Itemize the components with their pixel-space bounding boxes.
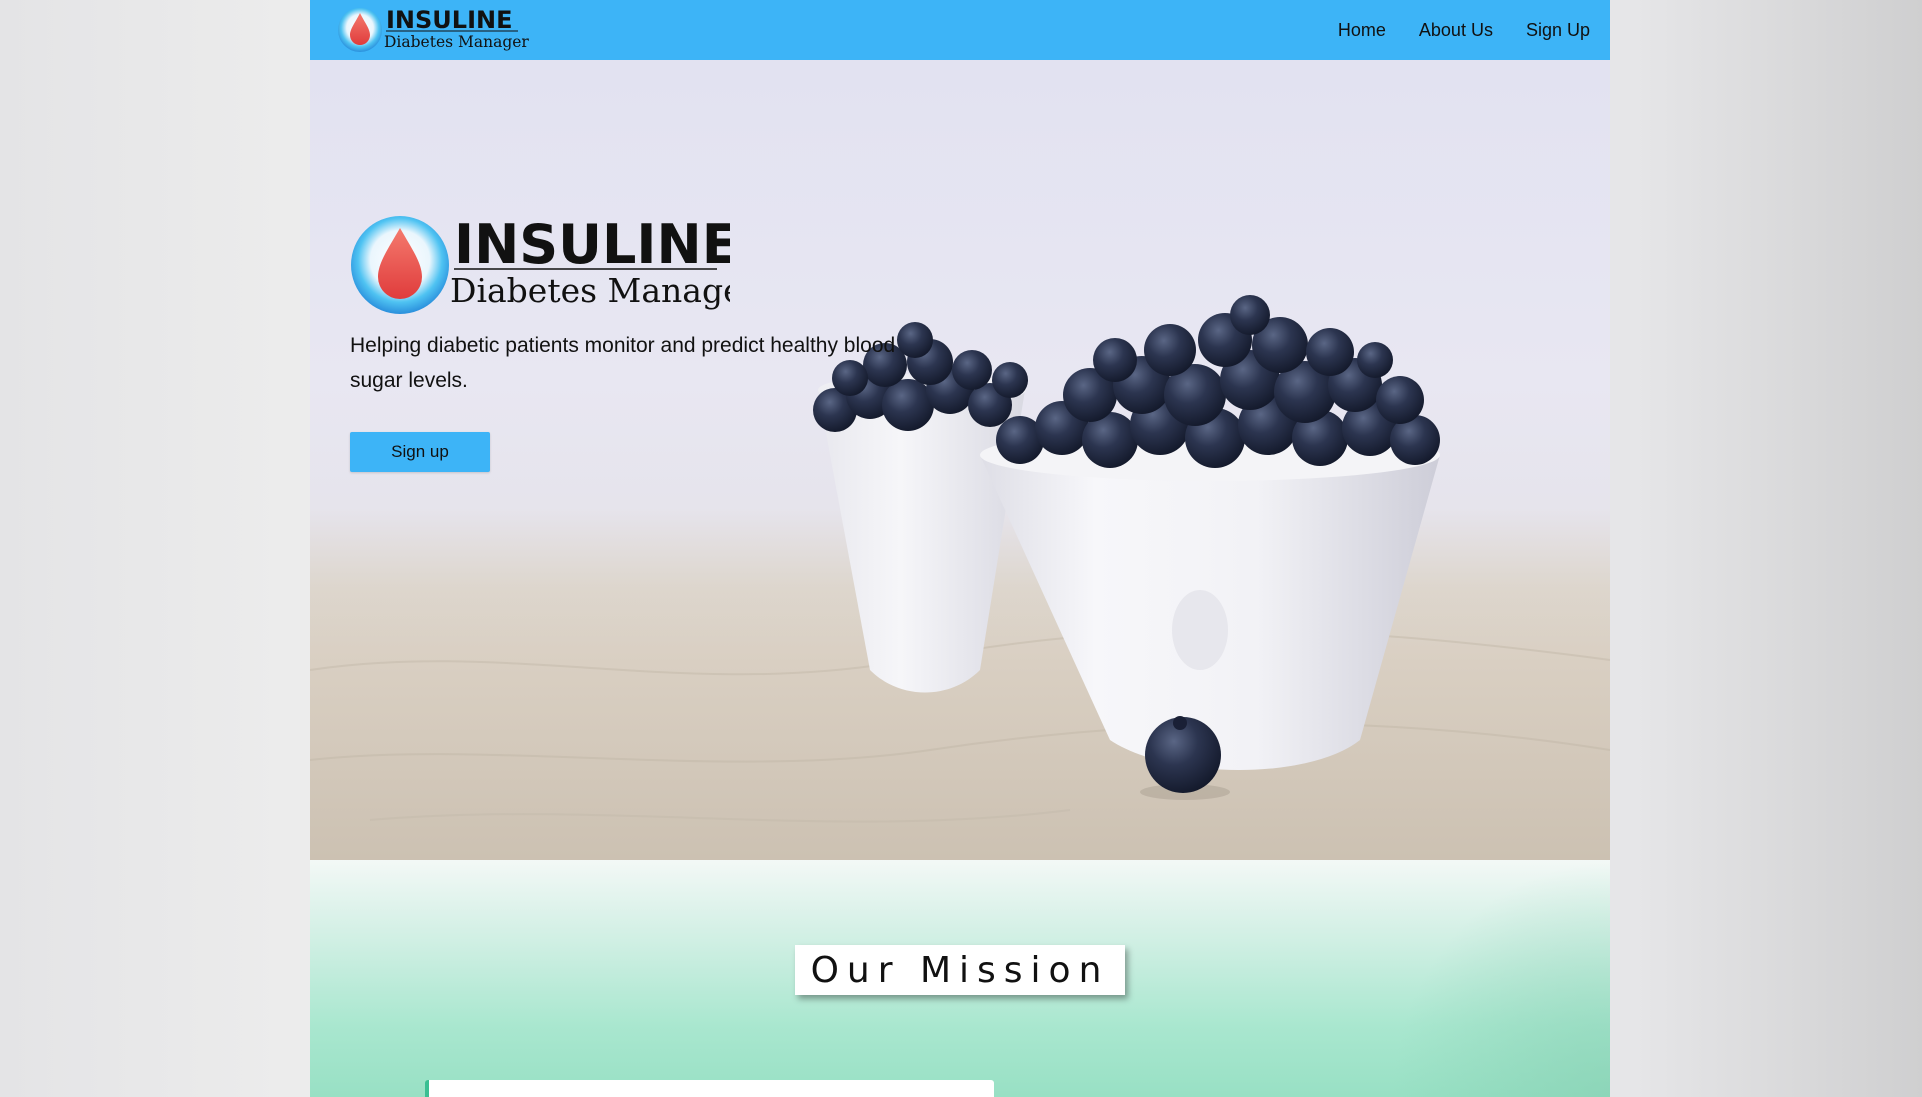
hero-section: INSULINE Diabetes Manager Helping diabet… bbox=[310, 60, 1610, 860]
hero-signup-button[interactable]: Sign up bbox=[350, 432, 490, 472]
mission-card bbox=[425, 1080, 994, 1097]
nav-signup-link[interactable]: Sign Up bbox=[1526, 20, 1590, 41]
nav-about-link[interactable]: About Us bbox=[1419, 20, 1493, 41]
hero-brand-subtitle: Diabetes Manager bbox=[450, 271, 730, 310]
nav-home-link[interactable]: Home bbox=[1338, 20, 1386, 41]
blood-drop-icon bbox=[338, 8, 382, 52]
nav-brand-subtitle: Diabetes Manager bbox=[384, 33, 529, 51]
mission-title: Our Mission bbox=[795, 945, 1125, 995]
hero-tagline: Helping diabetic patients monitor and pr… bbox=[350, 334, 896, 392]
nav-menu: Home About Us Sign Up bbox=[1305, 0, 1590, 60]
nav-logo[interactable]: INSULINE Diabetes Manager bbox=[336, 6, 546, 54]
hero-image bbox=[310, 295, 1610, 860]
mission-glow bbox=[1390, 860, 1610, 1097]
hero-brand-name: INSULINE bbox=[454, 213, 730, 276]
navbar: INSULINE Diabetes Manager Home About Us … bbox=[310, 0, 1610, 60]
nav-brand-name: INSULINE bbox=[386, 6, 513, 34]
hero-logo: INSULINE Diabetes Manager bbox=[351, 213, 730, 314]
mission-section: Our Mission bbox=[310, 860, 1610, 1097]
blood-drop-icon bbox=[351, 216, 449, 314]
page: INSULINE Diabetes Manager Home About Us … bbox=[310, 0, 1610, 1097]
